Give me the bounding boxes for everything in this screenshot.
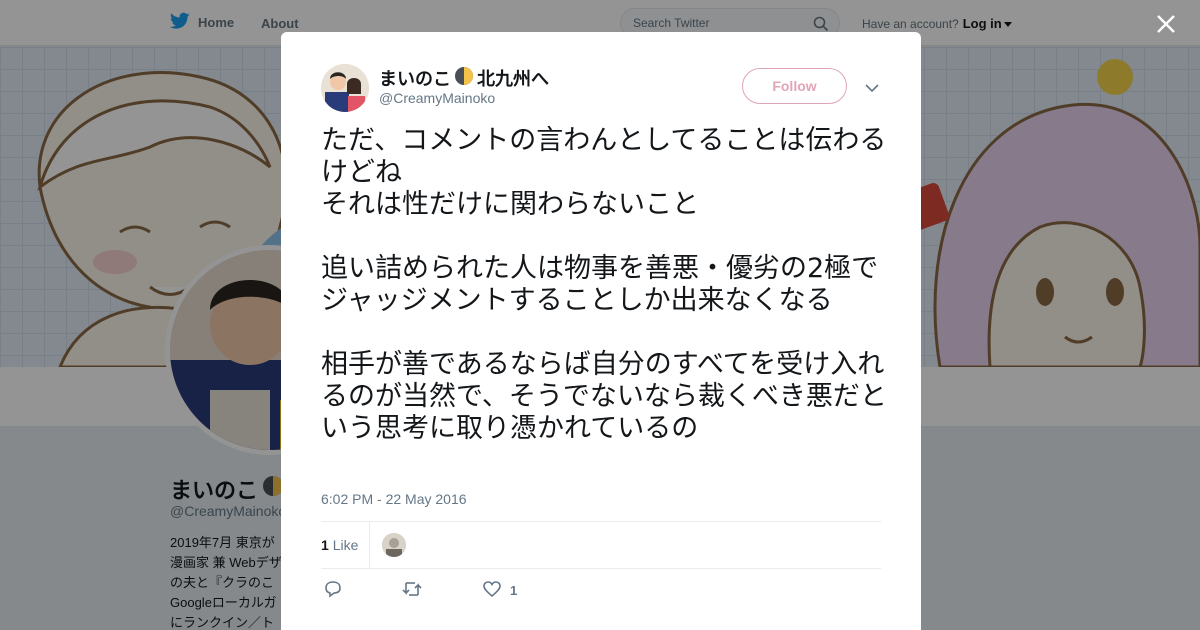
chevron-down-icon: [865, 80, 879, 97]
close-button[interactable]: [1152, 10, 1180, 38]
author-name[interactable]: まいのこ 北九州へ: [379, 65, 549, 91]
reply-button[interactable]: [323, 580, 343, 601]
like-button[interactable]: 1: [482, 580, 517, 601]
author-avatar[interactable]: [321, 64, 369, 112]
likes-count: 1: [321, 537, 329, 553]
liker-avatar[interactable]: [382, 533, 406, 557]
moon-icon: [454, 66, 474, 91]
follow-button[interactable]: Follow: [742, 68, 847, 104]
tweet-stats: 1 Like: [321, 521, 881, 569]
stats-divider: [369, 522, 370, 569]
more-options-button[interactable]: [865, 80, 879, 98]
reply-icon: [323, 580, 343, 601]
tweet-text: ただ、コメントの言わんとしてることは伝わるけどね それは性だけに関わらないこと …: [321, 125, 887, 444]
author-avatar-photo: [321, 64, 369, 112]
like-count: 1: [510, 583, 518, 598]
likes-label: Like: [332, 537, 359, 553]
heart-icon: [482, 580, 502, 601]
tweet-modal: まいのこ 北九州へ @CreamyMainoko Follow ただ、コメントの…: [281, 32, 921, 630]
author-name-text: まいのこ: [379, 69, 451, 89]
author-handle[interactable]: @CreamyMainoko: [379, 90, 495, 106]
tweet-timestamp[interactable]: 6:02 PM - 22 May 2016: [321, 491, 467, 507]
author-name-suffix: 北九州へ: [477, 69, 549, 89]
close-icon: [1152, 15, 1180, 42]
likes-stat[interactable]: 1 Like: [321, 537, 358, 553]
retweet-icon: [401, 580, 423, 601]
liker-avatar-photo: [382, 533, 406, 557]
retweet-button[interactable]: [401, 580, 423, 601]
tweet-actions: 1: [321, 580, 881, 604]
